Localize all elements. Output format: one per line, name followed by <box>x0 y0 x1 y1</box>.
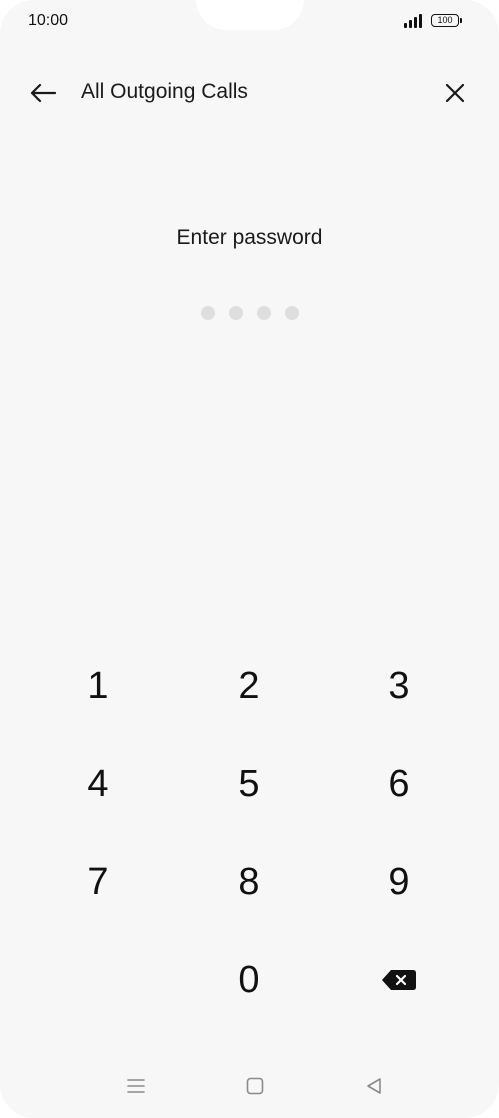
key-9[interactable]: 9 <box>339 842 459 922</box>
pin-dot <box>284 306 299 320</box>
close-icon <box>445 83 465 103</box>
key-5[interactable]: 5 <box>189 744 309 824</box>
system-nav-bar <box>0 1068 499 1104</box>
phone-screen: 10:00 100 All Outgoing Calls Enter passw… <box>0 0 499 1118</box>
key-8[interactable]: 8 <box>189 842 309 922</box>
key-0[interactable]: 0 <box>189 940 309 1020</box>
battery-icon: 100 <box>431 14 462 27</box>
menu-icon <box>127 1079 145 1093</box>
app-header: All Outgoing Calls <box>0 68 499 118</box>
system-back-button[interactable] <box>354 1068 394 1104</box>
close-button[interactable] <box>438 76 472 110</box>
key-1[interactable]: 1 <box>38 646 158 726</box>
arrow-left-icon <box>30 83 57 103</box>
pin-dot <box>256 306 271 320</box>
camera-notch <box>196 0 304 30</box>
status-bar: 10:00 100 <box>0 0 499 46</box>
recent-apps-button[interactable] <box>116 1068 156 1104</box>
status-time: 10:00 <box>28 12 69 29</box>
signal-icon <box>404 14 426 28</box>
key-6[interactable]: 6 <box>339 744 459 824</box>
key-4[interactable]: 4 <box>38 744 158 824</box>
home-button[interactable] <box>235 1068 275 1104</box>
password-prompt: Enter password <box>176 226 323 249</box>
pin-dot <box>200 306 215 320</box>
backspace-icon <box>382 970 416 990</box>
key-7[interactable]: 7 <box>38 842 158 922</box>
key-3[interactable]: 3 <box>339 646 459 726</box>
back-button[interactable] <box>26 76 60 110</box>
back-triangle-icon <box>367 1078 381 1094</box>
home-icon <box>246 1077 264 1095</box>
pin-indicator <box>0 306 499 320</box>
page-title: All Outgoing Calls <box>81 80 248 103</box>
pin-dot <box>228 306 243 320</box>
numeric-keypad: 1 2 3 4 5 6 7 8 9 0 <box>0 646 499 1036</box>
delete-button[interactable] <box>339 940 459 1020</box>
key-2[interactable]: 2 <box>189 646 309 726</box>
